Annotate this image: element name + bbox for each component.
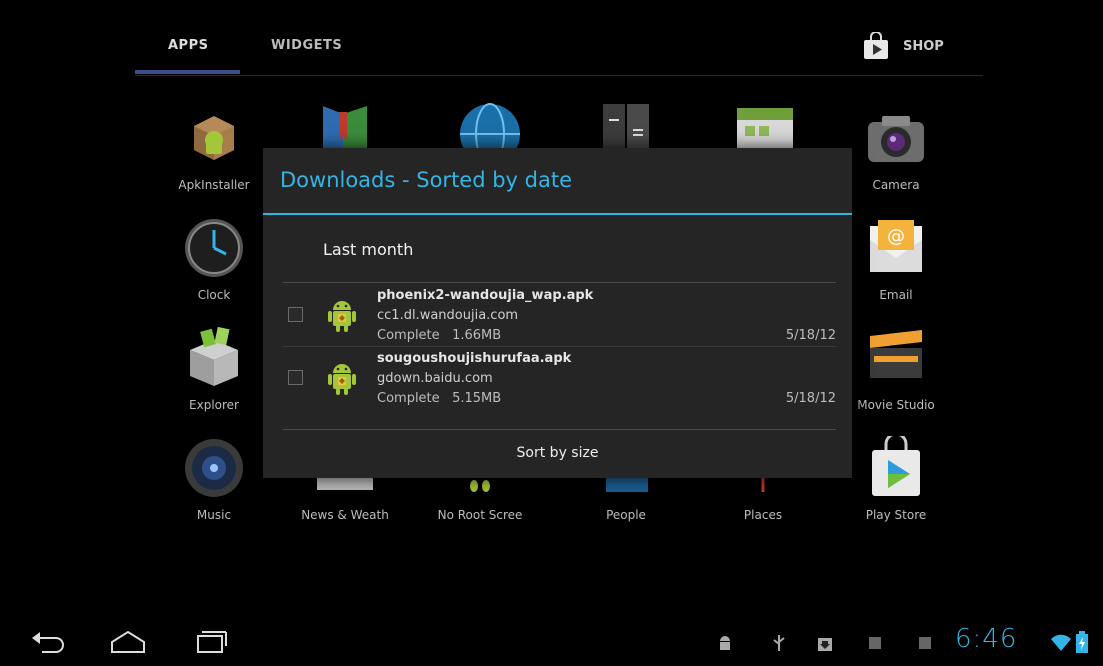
app-label: Music bbox=[196, 508, 232, 522]
tab-apps[interactable]: APPS bbox=[168, 38, 208, 53]
app-label: No Root Scree bbox=[437, 508, 523, 522]
section-header: Last month bbox=[323, 240, 414, 259]
app-label: Camera bbox=[872, 178, 920, 192]
explorer-icon bbox=[182, 326, 246, 390]
app-apkinstaller[interactable]: ApkInstaller bbox=[164, 106, 264, 192]
download-status-text: Complete bbox=[377, 328, 440, 343]
home-icon[interactable] bbox=[108, 626, 148, 658]
download-filename: phoenix2-wandoujia_wap.apk bbox=[377, 288, 594, 303]
wifi-icon bbox=[1050, 632, 1072, 652]
app-movie-studio[interactable]: Movie Studio bbox=[846, 326, 946, 412]
clock-icon bbox=[182, 216, 246, 280]
svg-text:@: @ bbox=[887, 226, 905, 247]
app-explorer[interactable]: Explorer bbox=[164, 326, 264, 412]
app-label: Clock bbox=[197, 288, 231, 302]
shop-button[interactable]: SHOP bbox=[863, 31, 944, 60]
download-checkbox[interactable] bbox=[288, 370, 303, 385]
camera-icon bbox=[864, 106, 928, 170]
system-bar: 6:46 bbox=[0, 618, 1103, 666]
app-label: Movie Studio bbox=[857, 398, 935, 412]
app-email[interactable]: @ Email bbox=[846, 216, 946, 302]
apk-installer-icon bbox=[182, 106, 246, 170]
download-host: cc1.dl.wandoujia.com bbox=[377, 308, 519, 323]
download-filename: sougoushoujishurufaa.apk bbox=[377, 351, 572, 366]
tab-widgets[interactable]: WIDGETS bbox=[271, 38, 342, 53]
shopping-bag-icon bbox=[863, 31, 889, 60]
download-size: 5.15MB bbox=[452, 391, 502, 406]
app-label: Places bbox=[743, 508, 783, 522]
download-host: gdown.baidu.com bbox=[377, 371, 493, 386]
back-icon[interactable] bbox=[28, 626, 68, 658]
app-drawer-tabbar: APPS WIDGETS SHOP bbox=[135, 18, 983, 76]
status-clock: 6:46 bbox=[955, 624, 1018, 654]
download-status: Complete 1.66MB bbox=[377, 328, 501, 343]
notification-icon bbox=[866, 634, 884, 652]
download-item[interactable]: phoenix2-wandoujia_wap.apk cc1.dl.wandou… bbox=[283, 284, 836, 346]
android-apk-icon bbox=[327, 361, 357, 395]
battery-charging-icon bbox=[1076, 631, 1088, 653]
app-label: ApkInstaller bbox=[178, 178, 250, 192]
app-label: Play Store bbox=[865, 508, 927, 522]
app-label: People bbox=[606, 508, 646, 522]
email-icon: @ bbox=[864, 216, 928, 280]
download-date: 5/18/12 bbox=[785, 328, 836, 343]
app-label: Explorer bbox=[189, 398, 239, 412]
download-notification-icon bbox=[816, 634, 834, 652]
sort-by-size-button[interactable]: Sort by size bbox=[263, 430, 852, 478]
app-clock[interactable]: Clock bbox=[164, 216, 264, 302]
downloads-dialog: Downloads - Sorted by date Last month ph… bbox=[263, 148, 852, 478]
shop-label: SHOP bbox=[903, 38, 944, 54]
movie-studio-icon bbox=[864, 326, 928, 390]
music-icon bbox=[182, 436, 246, 500]
download-size: 1.66MB bbox=[452, 328, 502, 343]
notification-icon bbox=[916, 634, 934, 652]
app-camera[interactable]: Camera bbox=[846, 106, 946, 192]
download-date: 5/18/12 bbox=[785, 391, 836, 406]
usb-icon bbox=[770, 634, 788, 652]
app-label: Email bbox=[879, 288, 913, 302]
app-music[interactable]: Music bbox=[164, 436, 264, 522]
download-item[interactable]: sougoushoujishurufaa.apk gdown.baidu.com… bbox=[283, 347, 836, 409]
download-status: Complete 5.15MB bbox=[377, 391, 501, 406]
recent-apps-icon[interactable] bbox=[190, 626, 230, 658]
app-label: News & Weath bbox=[301, 508, 389, 522]
download-checkbox[interactable] bbox=[288, 307, 303, 322]
android-debug-icon bbox=[716, 634, 734, 652]
dialog-title: Downloads - Sorted by date bbox=[280, 168, 573, 192]
title-divider bbox=[263, 213, 852, 215]
section-divider bbox=[283, 282, 836, 283]
tab-indicator bbox=[135, 70, 240, 74]
download-status-text: Complete bbox=[377, 391, 440, 406]
play-store-icon bbox=[864, 432, 928, 500]
android-apk-icon bbox=[327, 298, 357, 332]
app-play-store[interactable]: Play Store bbox=[846, 432, 946, 522]
